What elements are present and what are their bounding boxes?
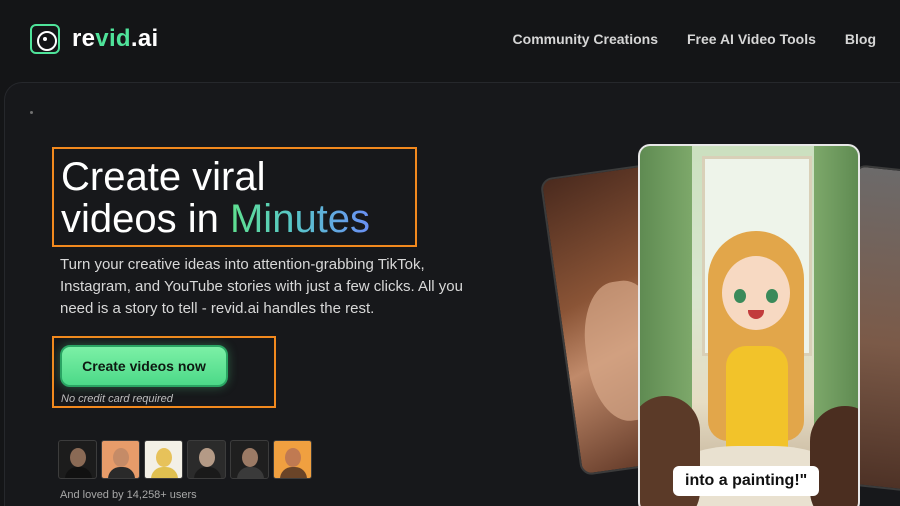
character-dress: [726, 346, 788, 456]
character-eye: [766, 289, 778, 303]
logo-text: revid.ai: [72, 25, 159, 52]
hero-title: Create viral videos in Minutes: [61, 156, 421, 240]
character-eye: [734, 289, 746, 303]
showcase-card-main: [638, 144, 860, 506]
top-nav: Community Creations Free AI Video Tools …: [513, 31, 876, 47]
hero-title-highlight: Minutes: [229, 197, 371, 241]
create-videos-button[interactable]: Create videos now: [60, 345, 228, 387]
avatar: [273, 440, 312, 479]
decorative-dot: [30, 111, 33, 114]
logo[interactable]: revid.ai: [30, 24, 158, 54]
curtain-illustration: [814, 146, 858, 446]
avatar: [101, 440, 140, 479]
nav-blog[interactable]: Blog: [845, 31, 876, 47]
avatar: [187, 440, 226, 479]
user-avatars: [58, 440, 312, 479]
camera-icon: [30, 24, 60, 54]
hero-subtitle: Turn your creative ideas into attention-…: [60, 256, 463, 317]
hero-title-line1: Create viral: [61, 155, 266, 199]
avatar: [144, 440, 183, 479]
nav-community-creations[interactable]: Community Creations: [513, 31, 658, 47]
nav-free-ai-video-tools[interactable]: Free AI Video Tools: [687, 31, 816, 47]
video-caption: into a painting!": [673, 466, 820, 496]
hero-title-line2: videos in: [61, 197, 230, 241]
loved-by-users-text: And loved by 14,258+ users: [60, 489, 197, 501]
no-credit-card-note: No credit card required: [61, 393, 173, 405]
avatar: [58, 440, 97, 479]
avatar: [230, 440, 269, 479]
header: revid.ai Community Creations Free AI Vid…: [0, 0, 900, 80]
